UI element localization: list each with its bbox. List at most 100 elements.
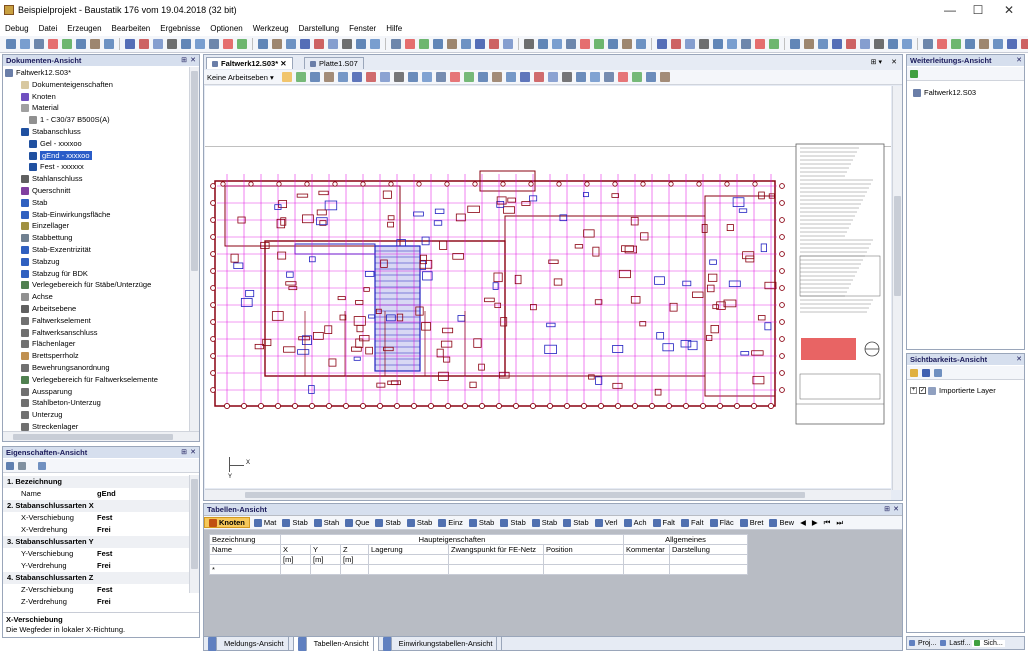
toolbar-tool-icon[interactable] xyxy=(1007,39,1017,49)
toolbar-tool-icon[interactable] xyxy=(125,39,135,49)
tree-item[interactable]: Aussparung xyxy=(5,386,187,398)
toolbar-tool-icon[interactable] xyxy=(6,39,16,49)
close-button[interactable]: ✕ xyxy=(994,0,1024,20)
close-icon[interactable]: ✕ xyxy=(893,504,899,515)
table-tab[interactable]: Stab xyxy=(467,518,496,527)
toolbar-tool-icon[interactable] xyxy=(433,39,443,49)
menu-bearbeiten[interactable]: Bearbeiten xyxy=(107,22,156,36)
toolbar-tool-icon[interactable] xyxy=(937,39,947,49)
tree-item[interactable]: 1 - C30/37 B500S(A) xyxy=(5,114,187,126)
property-row[interactable]: Y-Verdrehung Frei xyxy=(3,560,189,572)
toolbar-tool-icon[interactable] xyxy=(699,39,709,49)
menu-debug[interactable]: Debug xyxy=(0,22,34,36)
tree-item[interactable]: Unterzug xyxy=(5,409,187,421)
cad-tool-icon[interactable] xyxy=(309,72,320,82)
toolbar-tool-icon[interactable] xyxy=(804,39,814,49)
toolbar-tool-icon[interactable] xyxy=(237,39,247,49)
menu-ergebnisse[interactable]: Ergebnisse xyxy=(155,22,205,36)
toolbar-tool-icon[interactable] xyxy=(1021,39,1028,49)
layer-item[interactable]: + ✓ Importierte Layer xyxy=(910,386,996,395)
cad-tool-icon[interactable] xyxy=(295,72,306,82)
toolbar-tool-icon[interactable] xyxy=(356,39,366,49)
tree-item[interactable]: Gel - xxxxoo xyxy=(5,138,187,150)
tree-item[interactable]: Stabzug für BDK xyxy=(5,268,187,280)
property-value[interactable]: Fest xyxy=(97,512,112,524)
tree-item[interactable]: Querschnitt xyxy=(5,185,187,197)
property-pages-icon[interactable] xyxy=(38,462,46,470)
toolbar-tool-icon[interactable] xyxy=(391,39,401,49)
tree-vertical-scrollbar[interactable] xyxy=(189,67,199,431)
visibility-checkbox[interactable]: ✓ xyxy=(919,387,926,394)
toolbar-tool-icon[interactable] xyxy=(153,39,163,49)
forwarding-item[interactable]: Faltwerk12.S03 xyxy=(913,88,976,98)
toolbar-tool-icon[interactable] xyxy=(608,39,618,49)
cad-tool-icon[interactable] xyxy=(393,72,404,82)
col-x[interactable]: X xyxy=(280,544,311,555)
toolbar-tool-icon[interactable] xyxy=(342,39,352,49)
col-darstellung[interactable]: Darstellung xyxy=(669,544,748,555)
tree-item[interactable]: Material xyxy=(5,102,187,114)
sort-alpha-icon[interactable] xyxy=(18,462,26,470)
menu-werkzeug[interactable]: Werkzeug xyxy=(248,22,294,36)
tab-lastfall[interactable]: Lastf... xyxy=(938,640,972,647)
tree-item[interactable]: Stahlbeton-Unterzug xyxy=(5,397,187,409)
cad-tool-icon[interactable] xyxy=(449,72,460,82)
toolbar-tool-icon[interactable] xyxy=(755,39,765,49)
sort-category-icon[interactable] xyxy=(6,462,14,470)
cad-tool-icon[interactable] xyxy=(421,72,432,82)
table-tab[interactable]: Falt xyxy=(651,518,678,527)
toolbar-tool-icon[interactable] xyxy=(370,39,380,49)
property-row[interactable]: X-Verschiebung Fest xyxy=(3,512,189,524)
save-icon[interactable] xyxy=(922,369,930,377)
tree-item[interactable]: Bewehrungsanordnung xyxy=(5,362,187,374)
cad-tool-icon[interactable] xyxy=(547,72,558,82)
cad-tool-icon[interactable] xyxy=(491,72,502,82)
cad-canvas[interactable]: X Y xyxy=(205,86,891,488)
tree-item[interactable]: Dokumenteigenschaften xyxy=(5,79,187,91)
toolbar-tool-icon[interactable] xyxy=(524,39,534,49)
cad-tool-icon[interactable] xyxy=(365,72,376,82)
toolbar-tool-icon[interactable] xyxy=(62,39,72,49)
pin-icon[interactable]: ⊞ xyxy=(884,504,890,515)
table-tab[interactable]: Stab xyxy=(530,518,559,527)
tab-sichtbarkeit[interactable]: Sich... xyxy=(972,639,1005,647)
col-zwangspunkt[interactable]: Zwangspunkt für FE-Netz xyxy=(448,544,544,555)
table-tab[interactable]: Verl xyxy=(593,518,620,527)
toolbar-tool-icon[interactable] xyxy=(167,39,177,49)
toolbar-tool-icon[interactable] xyxy=(769,39,779,49)
toolbar-tool-icon[interactable] xyxy=(741,39,751,49)
toolbar-tool-icon[interactable] xyxy=(314,39,324,49)
tree-item[interactable]: Verlegebereich für Stäbe/Unterzüge xyxy=(5,279,187,291)
expand-icon[interactable]: + xyxy=(910,387,917,394)
pin-icon[interactable]: ⊞ xyxy=(181,55,187,66)
tree-item[interactable]: Stabzug xyxy=(5,256,187,268)
table-tab[interactable]: Stah xyxy=(312,518,341,527)
table-tab[interactable]: Stab xyxy=(373,518,402,527)
tree-item[interactable]: Faltwerkselement xyxy=(5,315,187,327)
toolbar-tool-icon[interactable] xyxy=(34,39,44,49)
toolbar-tool-icon[interactable] xyxy=(979,39,989,49)
table-tab[interactable]: Mat xyxy=(252,518,279,527)
canvas-horizontal-scrollbar[interactable] xyxy=(205,489,891,500)
toolbar-tool-icon[interactable] xyxy=(636,39,646,49)
toolbar-tool-icon[interactable] xyxy=(727,39,737,49)
tree-item[interactable]: Stahlanschluss xyxy=(5,173,187,185)
table-tab[interactable]: Bew xyxy=(767,518,796,527)
close-icon[interactable]: ✕ xyxy=(190,447,196,458)
toolbar-tool-icon[interactable] xyxy=(20,39,30,49)
col-kommentar[interactable]: Kommentar xyxy=(623,544,670,555)
properties-scrollbar[interactable] xyxy=(189,475,199,593)
table-tab[interactable]: Stab xyxy=(280,518,309,527)
toolbar-tool-icon[interactable] xyxy=(300,39,310,49)
toolbar-tool-icon[interactable] xyxy=(818,39,828,49)
canvas-vertical-scrollbar[interactable] xyxy=(892,86,902,490)
cad-tool-icon[interactable] xyxy=(589,72,600,82)
tree-item[interactable]: Stab-Einwirkungsfläche xyxy=(5,209,187,221)
menu-erzeugen[interactable]: Erzeugen xyxy=(62,22,106,36)
table-tab[interactable]: Ach xyxy=(622,518,649,527)
close-icon[interactable]: ✕ xyxy=(190,55,196,66)
toolbar-tool-icon[interactable] xyxy=(419,39,429,49)
property-value[interactable]: Fest xyxy=(97,584,112,596)
toolbar-tool-icon[interactable] xyxy=(48,39,58,49)
toolbar-tool-icon[interactable] xyxy=(272,39,282,49)
